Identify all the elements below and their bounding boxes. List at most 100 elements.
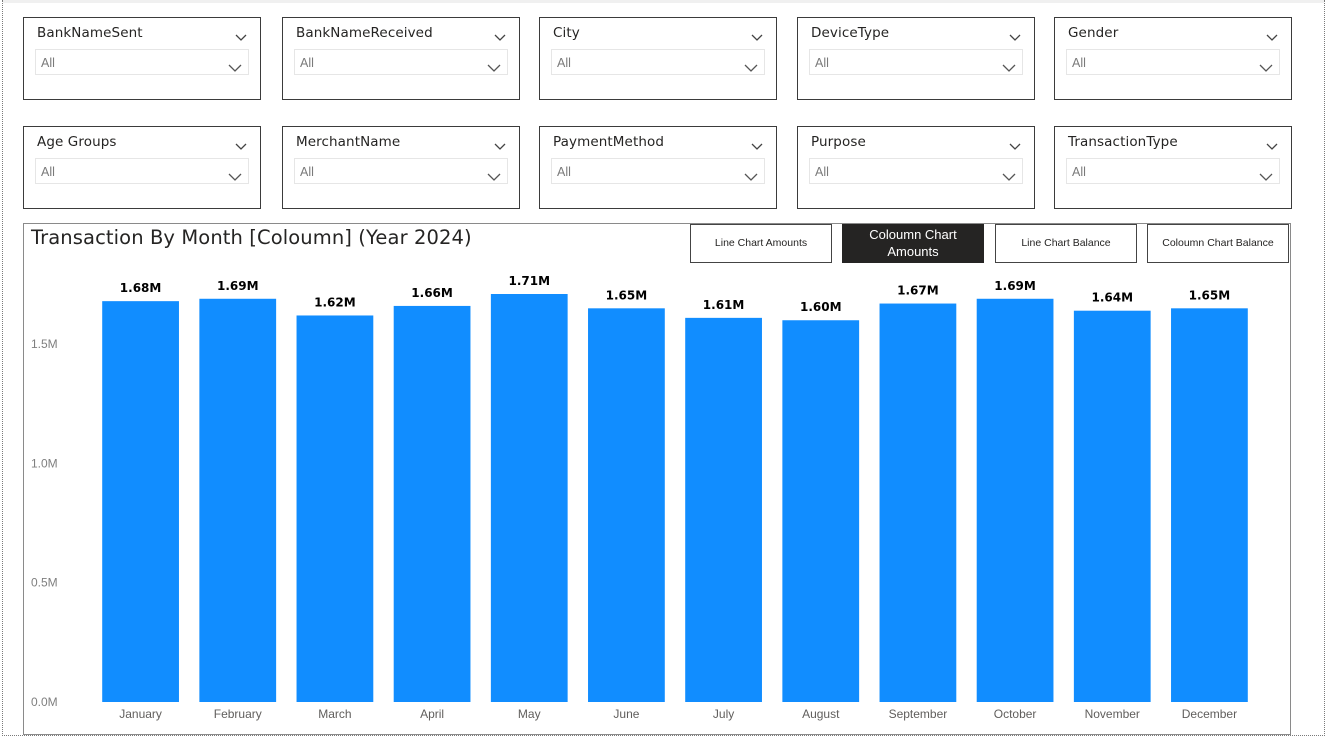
chevron-down-icon[interactable] <box>1009 136 1021 150</box>
x-tick-label: October <box>994 707 1037 721</box>
bar-february[interactable] <box>199 298 277 702</box>
slicer-title: PaymentMethod <box>553 134 665 150</box>
x-tick-label: August <box>802 707 840 721</box>
slicer-title: DeviceType <box>811 25 890 41</box>
bar-august[interactable] <box>782 320 860 702</box>
bar-may[interactable] <box>490 294 568 702</box>
slicer-title: Purpose <box>811 134 866 150</box>
chevron-down-icon[interactable] <box>1009 27 1021 41</box>
data-label: 1.60M <box>800 300 842 314</box>
chevron-down-icon <box>744 167 758 181</box>
bar-january[interactable] <box>102 301 179 702</box>
slicer-devicetype: DeviceType All <box>797 17 1035 100</box>
slicer-value: All <box>557 56 571 70</box>
slicer-dropdown[interactable]: All <box>35 158 249 184</box>
slicer-city: City All <box>539 17 777 100</box>
chevron-down-icon[interactable] <box>235 27 247 41</box>
data-label: 1.69M <box>994 279 1036 293</box>
x-tick-label: November <box>1085 707 1140 721</box>
data-label: 1.68M <box>120 281 162 295</box>
x-tick-label: May <box>518 707 541 721</box>
chevron-down-icon[interactable] <box>494 27 506 41</box>
slicer-dropdown[interactable]: All <box>294 49 508 75</box>
slicer-banknamereceived: BankNameReceived All <box>282 17 520 100</box>
chevron-down-icon <box>1002 58 1016 72</box>
slicer-value: All <box>557 165 571 179</box>
slicer-title: TransactionType <box>1068 134 1178 150</box>
y-tick-label: 0.0M <box>31 695 58 709</box>
data-label: 1.67M <box>897 284 939 298</box>
y-tick-label: 0.5M <box>31 576 58 590</box>
data-label: 1.61M <box>703 298 745 312</box>
data-label: 1.65M <box>606 288 648 302</box>
slicer-dropdown[interactable]: All <box>1066 158 1280 184</box>
slicer-dropdown[interactable]: All <box>551 158 765 184</box>
slicer-dropdown[interactable]: All <box>809 158 1023 184</box>
x-tick-label: July <box>713 707 734 721</box>
chevron-down-icon[interactable] <box>494 136 506 150</box>
slicer-value: All <box>300 56 314 70</box>
slicer-value: All <box>815 165 829 179</box>
slicer-title: Age Groups <box>37 134 117 150</box>
y-tick-label: 1.5M <box>31 337 58 351</box>
chevron-down-icon <box>487 167 501 181</box>
x-tick-label: February <box>214 707 262 721</box>
slicer-title: BankNameReceived <box>296 25 433 41</box>
slicer-title: City <box>553 25 580 41</box>
x-tick-label: April <box>420 707 444 721</box>
slicer-dropdown[interactable]: All <box>551 49 765 75</box>
slicer-value: All <box>815 56 829 70</box>
chevron-down-icon[interactable] <box>751 136 763 150</box>
x-tick-label: December <box>1182 707 1237 721</box>
chevron-down-icon[interactable] <box>235 136 247 150</box>
data-label: 1.64M <box>1091 291 1133 305</box>
x-tick-label: March <box>318 707 351 721</box>
chevron-down-icon <box>228 167 242 181</box>
slicer-title: MerchantName <box>296 134 401 150</box>
slicer-dropdown[interactable]: All <box>294 158 508 184</box>
bar-april[interactable] <box>393 305 471 702</box>
data-label: 1.71M <box>508 274 550 288</box>
data-label: 1.69M <box>217 279 259 293</box>
slicer-dropdown[interactable]: All <box>809 49 1023 75</box>
slicer-dropdown[interactable]: All <box>35 49 249 75</box>
column-chart: 0.0M 0.5M 1.0M 1.5M 1.68M January 1.69M Februar… <box>31 274 1248 721</box>
bar-november[interactable] <box>1073 310 1151 702</box>
data-label: 1.65M <box>1189 288 1231 302</box>
slicer-transactiontype: TransactionType All <box>1054 126 1292 209</box>
data-label: 1.62M <box>314 295 356 309</box>
chevron-down-icon <box>1002 167 1016 181</box>
bar-december[interactable] <box>1171 308 1248 702</box>
slicer-value: All <box>1072 56 1086 70</box>
y-tick-label: 1.0M <box>31 456 58 470</box>
chart-panel: Transaction By Month [Coloumn] (Year 202… <box>23 223 1291 735</box>
chevron-down-icon[interactable] <box>751 27 763 41</box>
data-label: 1.66M <box>411 286 453 300</box>
bar-september[interactable] <box>879 303 957 702</box>
chevron-down-icon[interactable] <box>1266 27 1278 41</box>
chevron-down-icon <box>228 58 242 72</box>
slicer-title: BankNameSent <box>37 25 143 41</box>
slicer-value: All <box>41 165 55 179</box>
chevron-down-icon <box>1259 167 1273 181</box>
slicer-merchantname: MerchantName All <box>282 126 520 209</box>
slicer-banknamesent: BankNameSent All <box>23 17 261 100</box>
slicer-dropdown[interactable]: All <box>1066 49 1280 75</box>
bar-july[interactable] <box>685 317 762 702</box>
slicer-gender: Gender All <box>1054 17 1292 100</box>
chevron-down-icon <box>487 58 501 72</box>
chevron-down-icon[interactable] <box>1266 136 1278 150</box>
bar-june[interactable] <box>588 308 665 702</box>
slicer-age-groups: Age Groups All <box>23 126 261 209</box>
bar-october[interactable] <box>976 298 1054 702</box>
slicer-purpose: Purpose All <box>797 126 1035 209</box>
slicer-value: All <box>300 165 314 179</box>
slicer-value: All <box>1072 165 1086 179</box>
slicer-title: Gender <box>1068 25 1119 41</box>
chevron-down-icon <box>744 58 758 72</box>
chevron-down-icon <box>1259 58 1273 72</box>
x-tick-label: January <box>119 707 162 721</box>
x-tick-label: September <box>889 707 948 721</box>
bar-march[interactable] <box>296 315 374 702</box>
slicer-value: All <box>41 56 55 70</box>
